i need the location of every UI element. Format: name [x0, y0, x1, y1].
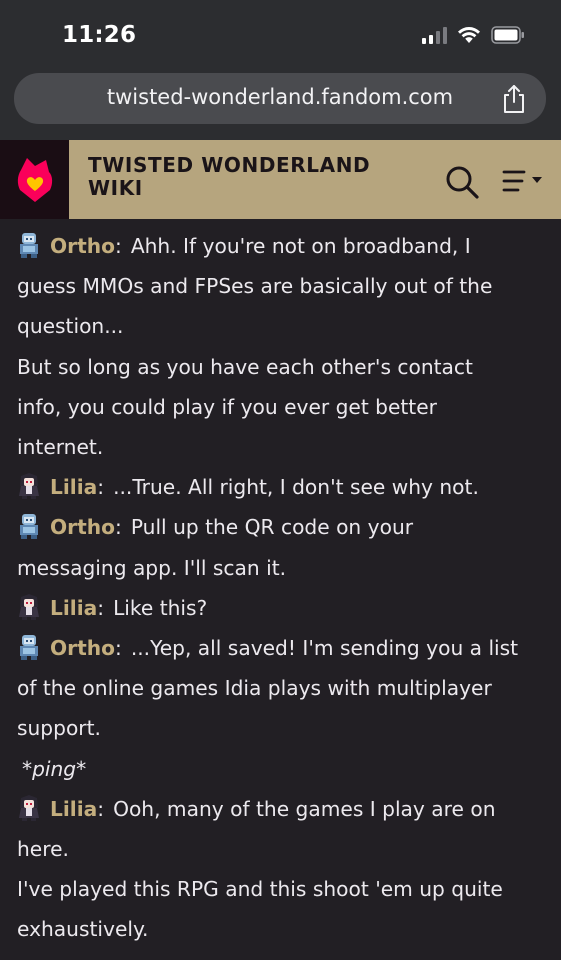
dialogue-text: Ooh, many of the games I play are on — [113, 796, 496, 821]
menu-icon[interactable] — [502, 168, 550, 194]
dialogue-text: Like this? — [113, 595, 208, 620]
cellular-signal-icon — [422, 26, 447, 44]
status-time: 11:26 — [62, 22, 137, 48]
lilia-chibi-icon — [19, 593, 39, 620]
dialogue-text: Pull up the QR code on your — [130, 515, 414, 540]
ortho-chibi-icon — [20, 514, 38, 540]
speaker-name[interactable]: Ortho — [50, 636, 115, 660]
dialogue-text: exhaustively. — [17, 917, 149, 942]
transcript-line: Ortho: Ahh. If you're not on broadband, I — [17, 226, 547, 266]
url-bar[interactable]: twisted-wonderland.fandom.com — [14, 73, 546, 124]
browser-chrome: 11:26 twisted-wonderland.fandom.com — [0, 0, 561, 140]
fandom-flame-icon — [17, 157, 52, 202]
dialogue-text: question... — [17, 314, 124, 339]
dialogue-text: ...True. All right, I don't see why not. — [113, 475, 479, 500]
transcript-line: Lilia: Ooh, many of the games I play are … — [17, 789, 547, 829]
lilia-chibi-icon — [19, 794, 39, 821]
share-icon[interactable] — [500, 84, 528, 114]
wifi-icon — [458, 27, 480, 43]
url-text: twisted-wonderland.fandom.com — [106, 85, 454, 109]
speaker-name[interactable]: Ortho — [50, 515, 115, 539]
sound-effect-text: *ping* — [22, 756, 87, 781]
status-icons — [422, 26, 525, 44]
wiki-title-line1: TWISTED WONDERLAND — [88, 153, 371, 177]
ortho-chibi-icon — [20, 635, 38, 661]
dialogue-text: of the online games Idia plays with mult… — [17, 676, 492, 701]
speaker-name[interactable]: Ortho — [50, 234, 115, 258]
transcript-line: Ortho: ...Yep, all saved! I'm sending you… — [17, 628, 547, 668]
search-icon[interactable] — [444, 164, 480, 200]
speaker-name[interactable]: Lilia — [50, 797, 97, 821]
ortho-chibi-icon — [20, 233, 38, 258]
wiki-title-line2: WIKI — [88, 176, 143, 200]
battery-icon — [491, 26, 524, 44]
transcript-line: Lilia: Like this? — [17, 588, 547, 628]
wiki-header: TWISTED WONDERLAND WIKI — [0, 140, 561, 219]
dialogue-text: I've played this RPG and this shoot 'em … — [17, 877, 503, 902]
speaker-name[interactable]: Lilia — [50, 475, 97, 499]
dialogue-text: support. — [17, 716, 101, 741]
dialogue-text: Ahh. If you're not on broadband, I — [130, 234, 471, 258]
fandom-logo[interactable] — [0, 140, 69, 219]
dialogue-text: messaging app. I'll scan it. — [17, 555, 287, 580]
transcript-line: Ortho: Pull up the QR code on your — [17, 507, 547, 547]
lilia-chibi-icon — [19, 473, 39, 500]
dialogue-text: info, you could play if you ever get bet… — [17, 394, 437, 419]
dialogue-text: here. — [17, 837, 69, 862]
wiki-title[interactable]: TWISTED WONDERLAND WIKI — [88, 154, 388, 200]
dialogue-text: ...Yep, all saved! I'm sending you a lis… — [130, 636, 519, 661]
dialogue-text: But so long as you have each other's con… — [17, 354, 473, 379]
dialogue-text: internet. — [17, 435, 104, 460]
transcript-line: Lilia: ...True. All right, I don't see wh… — [17, 467, 547, 507]
dialogue-text: guess MMOs and FPSes are basically out o… — [17, 274, 493, 299]
speaker-name[interactable]: Lilia — [50, 596, 97, 620]
transcript: Ortho: Ahh. If you're not on broadband, I… — [17, 226, 547, 950]
